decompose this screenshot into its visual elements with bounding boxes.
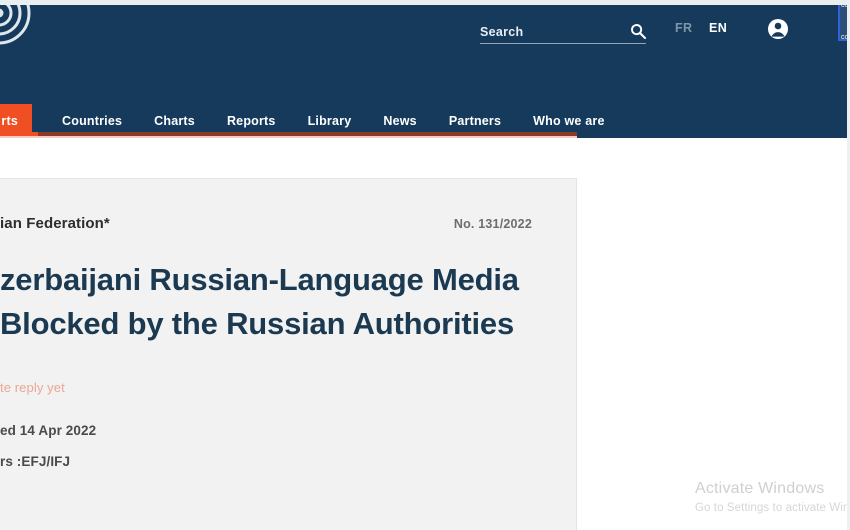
- alert-title[interactable]: zerbaijani Russian-Language Media Blocke…: [0, 258, 532, 346]
- nav-underline-highlight: [0, 136, 577, 138]
- alert-country: ian Federation*: [0, 215, 110, 232]
- language-toggle-en[interactable]: EN: [709, 21, 727, 35]
- site-header: FR EN rts Countries Charts Reports Libra…: [0, 0, 850, 138]
- alert-partners: rs :EFJ/IFJ: [0, 454, 71, 470]
- alert-card[interactable]: ian Federation* No. 131/2022 zerbaijani …: [0, 178, 577, 530]
- alert-meta-row: ian Federation* No. 131/2022: [0, 215, 532, 232]
- language-toggle-fr[interactable]: FR: [675, 21, 692, 35]
- search-input[interactable]: [480, 22, 622, 41]
- alert-published-date: ed 14 Apr 2022: [0, 423, 97, 439]
- council-of-europe-platform-logo[interactable]: [0, 0, 32, 46]
- browser-top-edge: [0, 0, 850, 5]
- alert-number: No. 131/2022: [453, 217, 532, 231]
- search-icon[interactable]: [630, 23, 647, 40]
- user-account-icon[interactable]: [767, 18, 789, 40]
- alert-reply-status: te reply yet: [0, 380, 65, 396]
- search-box[interactable]: [480, 22, 647, 44]
- page-body: ian Federation* No. 131/2022 zerbaijani …: [0, 138, 850, 530]
